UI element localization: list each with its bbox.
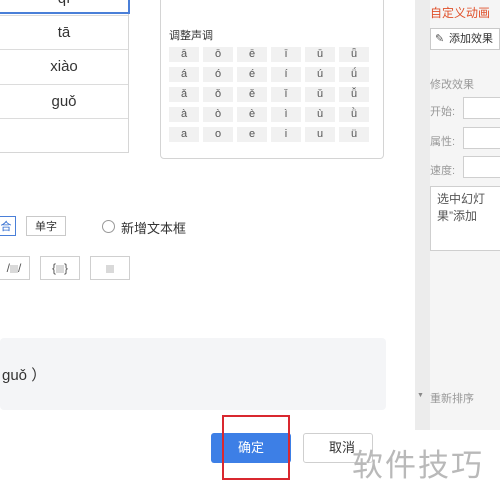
scroll-down-icon[interactable]: ▼ xyxy=(417,392,424,399)
preview-text: guǒ ） xyxy=(2,367,47,384)
preview-area: guǒ ） xyxy=(0,338,386,410)
tone-cell[interactable]: ō xyxy=(203,47,233,62)
single-char-mode-button[interactable]: 单字 xyxy=(26,216,66,236)
sidebar-title: 自定义动画 xyxy=(430,6,491,20)
tone-cell[interactable]: ü xyxy=(339,127,369,142)
pinyin-item[interactable]: guǒ xyxy=(0,84,128,119)
tone-cell[interactable]: ǚ xyxy=(339,87,369,102)
tone-cell[interactable]: ú xyxy=(305,67,335,82)
property-label: 属性: xyxy=(430,136,456,148)
tone-cell[interactable]: ù xyxy=(305,107,335,122)
placeholder-square-icon xyxy=(10,264,18,273)
pinyin-item-label: guǒ xyxy=(51,93,77,110)
new-textbox-radio[interactable] xyxy=(102,220,115,233)
add-effect-button[interactable]: ✎ 添加效果 xyxy=(430,28,500,50)
combined-mode-label: 合 xyxy=(0,221,12,233)
speed-select[interactable] xyxy=(463,156,500,178)
tone-cell[interactable]: ǖ xyxy=(339,47,369,62)
pinyin-item[interactable]: tā xyxy=(0,15,128,50)
tone-cell[interactable]: ò xyxy=(203,107,233,122)
placeholder-square-icon xyxy=(106,264,114,273)
start-label: 开始: xyxy=(430,106,456,118)
format-slash-label-2: / xyxy=(18,261,22,275)
pinyin-item-label: xiào xyxy=(50,58,78,75)
tone-cell[interactable]: ǎ xyxy=(169,87,199,102)
brace-close: } xyxy=(64,261,69,275)
watermark-text: 软件技巧 xyxy=(352,448,484,483)
tone-cell[interactable]: ǒ xyxy=(203,87,233,102)
single-char-mode-label: 单字 xyxy=(35,221,57,233)
tone-cell[interactable]: ū xyxy=(305,47,335,62)
tone-cell[interactable]: à xyxy=(169,107,199,122)
combined-mode-button[interactable]: 合 xyxy=(0,216,16,236)
format-plain-option[interactable] xyxy=(90,256,130,280)
description-line: 果”添加 xyxy=(437,209,477,223)
tone-cell[interactable]: é xyxy=(237,67,267,82)
tone-cell[interactable]: ě xyxy=(237,87,267,102)
format-slash-option[interactable]: / / xyxy=(0,256,30,280)
tone-cell[interactable]: ā xyxy=(169,47,199,62)
tone-cell[interactable]: ǐ xyxy=(271,87,301,102)
placeholder-square-icon xyxy=(56,264,64,273)
description-line: 选中幻灯 xyxy=(437,192,486,206)
effect-description: 选中幻灯 果”添加 xyxy=(430,186,500,251)
tone-cell[interactable]: ǘ xyxy=(339,67,369,82)
tone-cell[interactable]: ǜ xyxy=(339,107,369,122)
tone-panel-title: 调整声调 xyxy=(169,30,213,42)
pinyin-item[interactable]: xiào xyxy=(0,49,128,84)
reorder-label: 重新排序 xyxy=(430,393,474,405)
tone-cell[interactable]: e xyxy=(237,127,267,142)
tone-cell[interactable]: ì xyxy=(271,107,301,122)
tone-cell[interactable]: á xyxy=(169,67,199,82)
tone-cell[interactable]: ī xyxy=(271,47,301,62)
pinyin-list: qī tā xiào guǒ xyxy=(0,0,130,153)
highlight-annotation xyxy=(222,415,290,480)
modify-effect-label: 修改效果 xyxy=(430,79,474,91)
tone-cell[interactable]: o xyxy=(203,127,233,142)
tone-cell[interactable]: ē xyxy=(237,47,267,62)
pinyin-item-empty[interactable] xyxy=(0,118,128,153)
tone-cell[interactable]: ǔ xyxy=(305,87,335,102)
new-textbox-label: 新增文本框 xyxy=(121,221,187,236)
tone-cell[interactable]: í xyxy=(271,67,301,82)
animation-sidebar: ▼ 自定义动画 ✎ 添加效果 修改效果 开始: 属性: 速度: 选中幻灯 果”添… xyxy=(415,0,500,430)
tone-panel: 调整声调 ā ō ē ī ū ǖ á ó é í ú ǘ ǎ ǒ ě ǐ ǔ ǚ… xyxy=(160,0,384,159)
format-brace-option[interactable]: {} xyxy=(40,256,80,280)
start-select[interactable] xyxy=(463,97,500,119)
speed-label: 速度: xyxy=(430,165,456,177)
tone-cell[interactable]: i xyxy=(271,127,301,142)
tone-cell[interactable]: a xyxy=(169,127,199,142)
add-effect-label: 添加效果 xyxy=(449,33,493,45)
pen-icon: ✎ xyxy=(435,33,445,45)
tone-cell[interactable]: ó xyxy=(203,67,233,82)
property-select[interactable] xyxy=(463,127,500,149)
tone-cell[interactable]: è xyxy=(237,107,267,122)
pinyin-item-selected[interactable]: qī xyxy=(0,0,130,14)
pinyin-item-label: tā xyxy=(57,24,71,41)
tone-cell[interactable]: u xyxy=(305,127,335,142)
animation-panel: 自定义动画 ✎ 添加效果 修改效果 开始: 属性: 速度: 选中幻灯 果”添加 … xyxy=(430,0,500,430)
pinyin-item-label: qī xyxy=(58,0,71,7)
